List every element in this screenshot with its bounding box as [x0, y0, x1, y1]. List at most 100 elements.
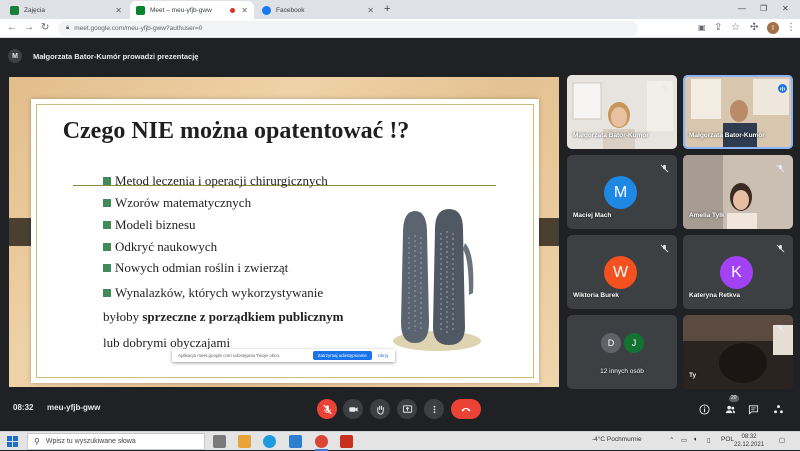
- bookmark-star-icon[interactable]: ☆: [731, 21, 740, 35]
- windows-start-icon[interactable]: [7, 436, 18, 447]
- taskbar-search-input[interactable]: ⚲ Wpisz tu wyszukiwane słowa: [27, 433, 205, 450]
- lock-icon: 🔒︎: [66, 25, 70, 31]
- notifications-icon[interactable]: ▢: [779, 436, 785, 444]
- new-tab-button[interactable]: +: [384, 2, 390, 16]
- participant-name: Małgorzata Bator-Kumór: [573, 132, 649, 139]
- raise-hand-button[interactable]: [370, 399, 390, 419]
- mic-off-icon: [322, 404, 332, 414]
- chat-button[interactable]: [746, 402, 760, 416]
- language-indicator[interactable]: POL: [721, 436, 734, 443]
- battery-icon[interactable]: ▯: [707, 436, 711, 444]
- forward-icon[interactable]: →: [24, 21, 34, 35]
- participant-tile[interactable]: Amelia Tylk: [683, 155, 793, 229]
- slide: Czego NIE można opatentować !? Metod lec…: [31, 99, 539, 383]
- store-icon[interactable]: [289, 435, 302, 448]
- hide-notice-button[interactable]: Ukryj: [378, 353, 388, 358]
- share-icon[interactable]: ⇪: [714, 21, 722, 35]
- search-placeholder: Wpisz tu wyszukiwane słowa: [45, 438, 136, 445]
- armor-illustration: [393, 209, 481, 351]
- meeting-details-button[interactable]: [697, 402, 711, 416]
- tab-facebook[interactable]: Facebook ✕: [256, 1, 380, 19]
- office-icon[interactable]: [340, 435, 353, 448]
- address-bar[interactable]: 🔒︎ meet.google.com/meu-yfjb-gww?authuser…: [58, 21, 638, 36]
- system-clock[interactable]: 08:32 22.12.2021: [734, 433, 764, 449]
- activities-icon: [773, 404, 783, 413]
- camera-toggle-button[interactable]: [343, 399, 363, 419]
- more-options-button[interactable]: [424, 399, 444, 419]
- participant-avatar: J: [624, 333, 644, 353]
- present-icon: [402, 404, 412, 413]
- close-icon[interactable]: ✕: [367, 6, 374, 15]
- task-view-icon[interactable]: [213, 435, 226, 448]
- browser-tab-strip: Zajęcia ✕ Meet – meu-yfjb-gww ✕ Facebook…: [0, 0, 800, 19]
- browser-toolbar: ← → ↻ 🔒︎ meet.google.com/meu-yfjb-gww?au…: [0, 19, 800, 38]
- self-tile[interactable]: Ty: [683, 315, 793, 389]
- notice-message: Aplikacja meet.google.com udostępnia Two…: [178, 353, 281, 358]
- edge-icon[interactable]: [263, 435, 276, 448]
- leave-call-button[interactable]: [451, 399, 481, 419]
- search-icon: ⚲: [34, 437, 40, 446]
- activities-button[interactable]: [771, 402, 785, 416]
- bullet-square-icon: [103, 264, 111, 272]
- present-now-button[interactable]: [397, 399, 417, 419]
- volume-icon[interactable]: 🔈︎: [694, 436, 698, 444]
- screen-share-notice: Aplikacja meet.google.com udostępnia Two…: [172, 349, 395, 362]
- others-tile[interactable]: D J 12 innych osób: [567, 315, 677, 389]
- close-icon[interactable]: ✕: [115, 6, 122, 15]
- maximize-icon[interactable]: ❐: [760, 2, 767, 16]
- camera-permission-icon[interactable]: ▣: [698, 21, 706, 35]
- bullet-text: Modeli biznesu: [115, 217, 196, 232]
- bullet-square-icon: [103, 221, 111, 229]
- meet-icon: [136, 5, 145, 15]
- hand-icon: [376, 405, 384, 415]
- bullet-text: Metod leczenia i operacji chirurgicznych: [115, 173, 328, 188]
- bullet-item: Modeli biznesu: [103, 217, 196, 233]
- mic-muted-icon: [660, 240, 669, 253]
- reload-icon[interactable]: ↻: [41, 21, 49, 35]
- mic-muted-icon: [660, 160, 669, 173]
- continuation-text: lub dobrymi obyczajami: [103, 335, 231, 350]
- continuation-plain: byłoby: [103, 309, 143, 324]
- recording-dot-icon: [230, 7, 236, 13]
- participant-tile[interactable]: M Maciej Mach: [567, 155, 677, 229]
- extensions-icon[interactable]: ✣: [750, 21, 758, 35]
- meeting-code: meu-yfjb-gww: [47, 403, 101, 412]
- facebook-icon: [262, 5, 271, 15]
- close-icon[interactable]: ✕: [241, 6, 248, 15]
- participant-avatar: M: [604, 176, 637, 209]
- tray-chevron-icon[interactable]: ⌃: [669, 436, 674, 444]
- bullet-square-icon: [103, 289, 111, 297]
- bullet-item: Metod leczenia i operacji chirurgicznych: [103, 173, 328, 189]
- minimize-icon[interactable]: —: [738, 2, 746, 16]
- info-icon: [698, 403, 710, 415]
- clock-time: 08:32: [741, 434, 757, 440]
- mic-toggle-button[interactable]: [317, 399, 337, 419]
- tab-meet[interactable]: Meet – meu-yfjb-gww ✕: [130, 1, 254, 19]
- bullet-text: Nowych odmian roślin i zwierząt: [115, 260, 289, 275]
- weather-widget[interactable]: -4°C Pochmurnie: [592, 436, 642, 443]
- participant-tile[interactable]: Małgorzata Bator-Kumór: [683, 75, 793, 149]
- participant-tile[interactable]: W Wiktoria Burek: [567, 235, 677, 309]
- network-icon[interactable]: ▭: [681, 436, 687, 444]
- mic-muted-icon: [776, 240, 785, 253]
- meeting-time: 08:32: [13, 403, 34, 412]
- back-icon[interactable]: ←: [7, 21, 17, 35]
- chrome-icon[interactable]: [315, 435, 328, 451]
- participant-avatar: K: [720, 256, 753, 289]
- participants-button[interactable]: [723, 402, 737, 416]
- tab-title: Facebook: [276, 6, 305, 14]
- stop-sharing-button[interactable]: Zatrzymaj udostępnianie: [312, 351, 372, 360]
- file-explorer-icon[interactable]: [238, 435, 251, 448]
- mic-muted-icon: [660, 80, 669, 93]
- close-window-icon[interactable]: ✕: [782, 2, 789, 16]
- participant-tile[interactable]: Małgorzata Bator-Kumór: [567, 75, 677, 149]
- participant-tile[interactable]: K Kateryna Retkva: [683, 235, 793, 309]
- presenter-banner: M Małgorzata Bator-Kumór prowadzi prezen…: [8, 46, 198, 66]
- menu-kebab-icon[interactable]: ⋮: [786, 21, 796, 35]
- bullet-item: Wzorów matematycznych: [103, 195, 251, 211]
- tab-zajecia[interactable]: Zajęcia ✕: [4, 1, 128, 19]
- clock-date: 22.12.2021: [734, 442, 765, 448]
- profile-avatar[interactable]: I: [767, 22, 779, 34]
- speaking-indicator-icon: [778, 80, 787, 93]
- participant-name: Ty: [689, 372, 697, 379]
